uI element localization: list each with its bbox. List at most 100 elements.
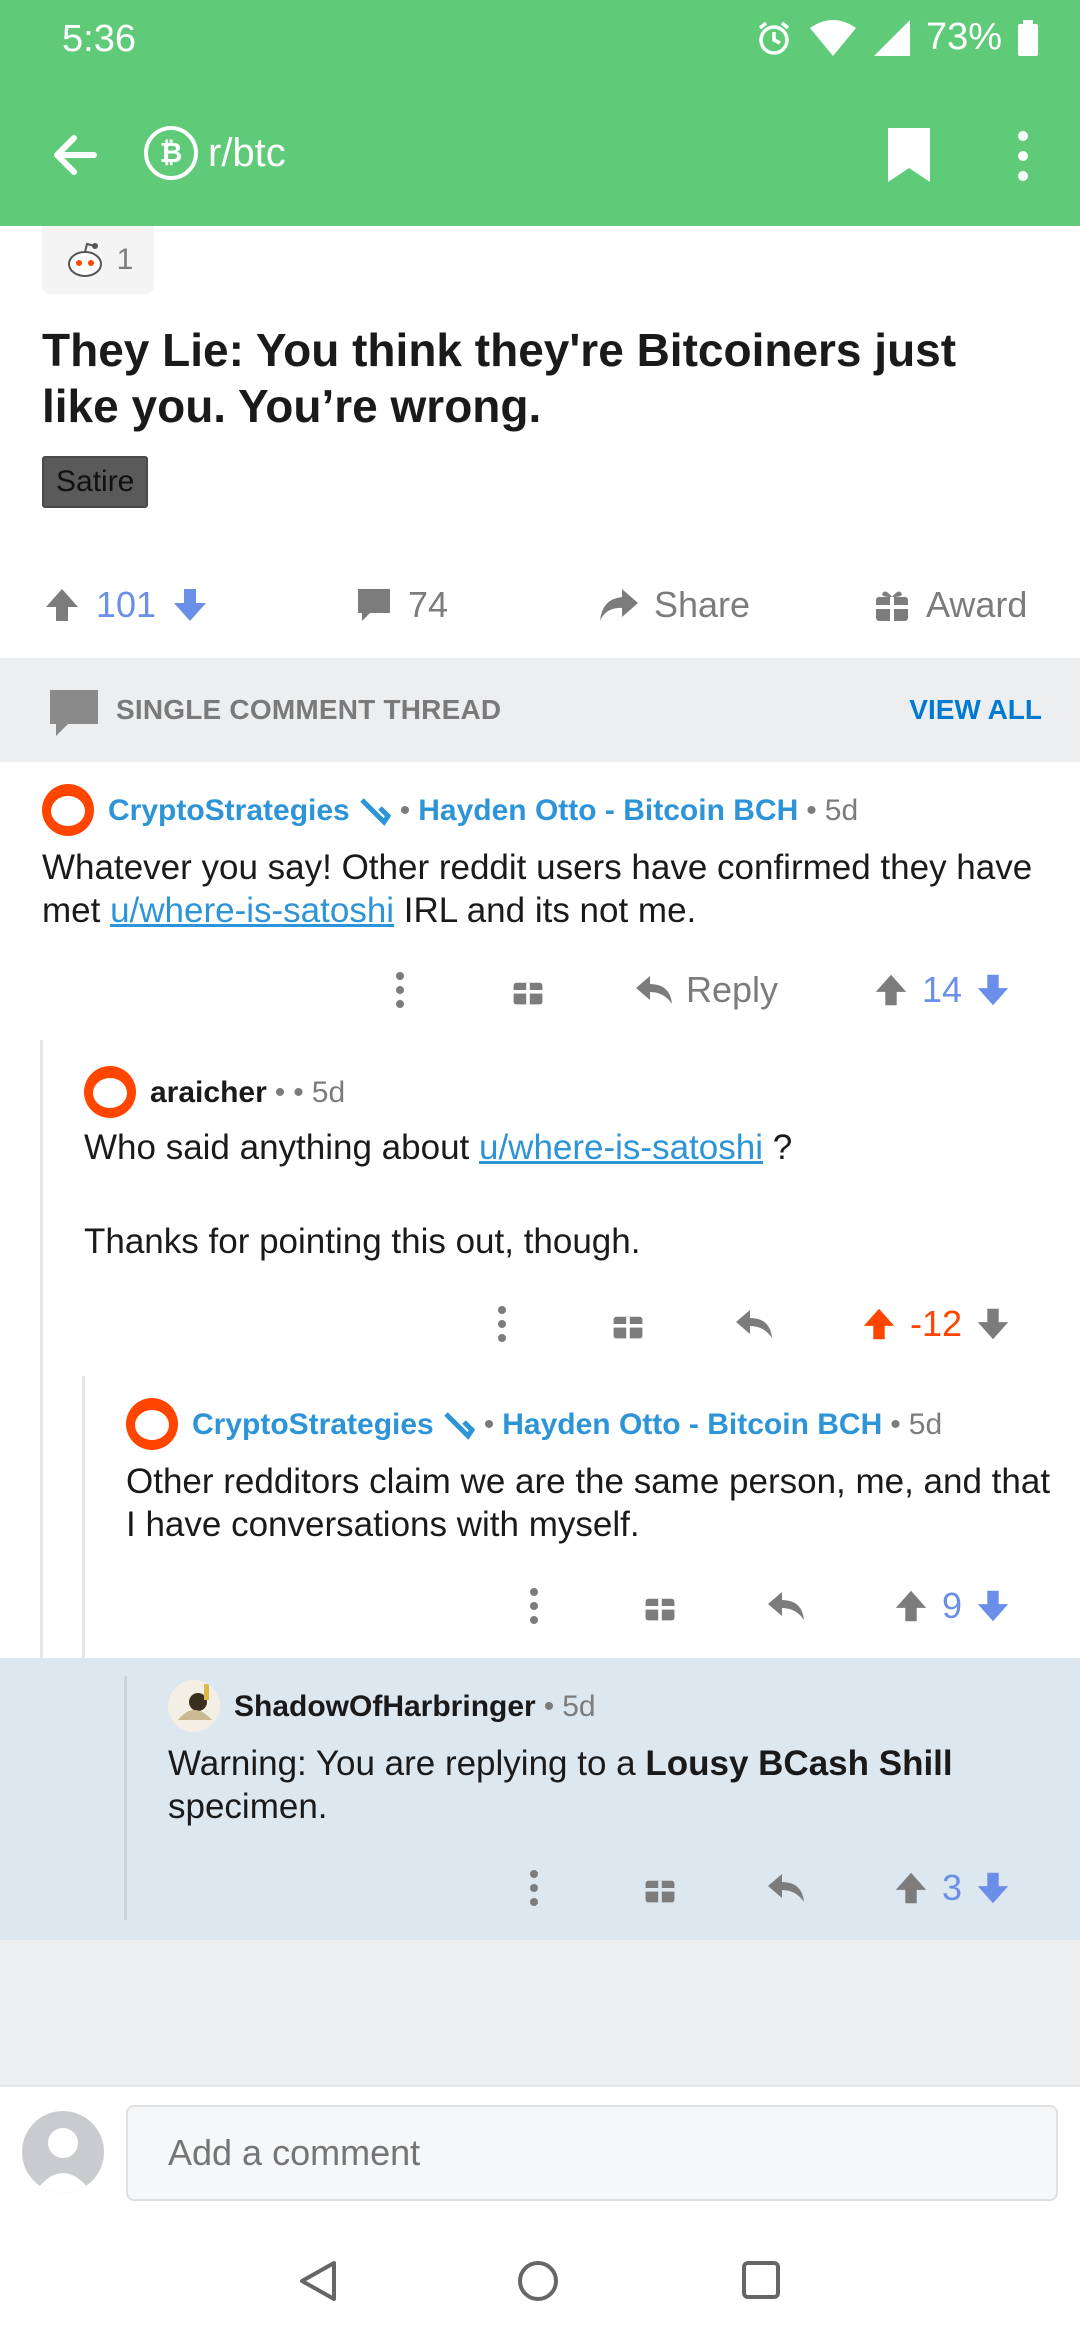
moderator-wrench-icon xyxy=(359,798,391,826)
reply-icon xyxy=(768,1874,804,1902)
post-action-bar: 101 74 Share Award xyxy=(0,570,1080,640)
avatar[interactable] xyxy=(168,1680,220,1732)
post-flair[interactable]: Satire xyxy=(42,456,149,508)
thread-label: SINGLE COMMENT THREAD xyxy=(116,694,502,725)
bookmark-button[interactable] xyxy=(884,126,934,186)
comment-award-button[interactable] xyxy=(642,1858,678,1918)
snoo-award-icon xyxy=(67,242,102,277)
comment-count: 74 xyxy=(408,584,449,625)
award-button[interactable]: Award xyxy=(872,570,1027,640)
downvote-icon[interactable] xyxy=(974,1869,1012,1907)
system-nav-bar xyxy=(0,2215,1080,2340)
comment-vote-group: 14 xyxy=(872,960,1012,1020)
upvote-icon[interactable] xyxy=(892,1869,930,1907)
comment-award-button[interactable] xyxy=(610,1294,646,1354)
comment-meta: araicher • • 5d xyxy=(150,1076,346,1110)
reply-icon xyxy=(636,976,672,1004)
comment-author[interactable]: araicher xyxy=(150,1076,267,1110)
comment-author[interactable]: CryptoStrategies xyxy=(192,1408,434,1442)
reply-button[interactable] xyxy=(766,1858,806,1918)
comment-meta: CryptoStrategies • Hayden Otto - Bitcoin… xyxy=(192,1408,943,1442)
comment-body: Who said anything about u/where-is-satos… xyxy=(84,1128,793,1167)
user-flair: Hayden Otto - Bitcoin BCH xyxy=(418,794,799,827)
avatar[interactable] xyxy=(126,1398,178,1450)
more-vertical-icon xyxy=(498,1306,506,1342)
upvote-icon[interactable] xyxy=(42,585,82,625)
reply-label: Reply xyxy=(686,969,779,1010)
reply-button[interactable] xyxy=(734,1294,774,1354)
nav-home-icon[interactable] xyxy=(516,2259,560,2303)
reply-button[interactable] xyxy=(766,1576,806,1636)
downvote-icon[interactable] xyxy=(974,1587,1012,1625)
upvote-icon[interactable] xyxy=(872,971,910,1009)
more-vertical-icon xyxy=(530,1588,538,1624)
more-vertical-icon xyxy=(530,1870,538,1906)
alarm-icon xyxy=(758,21,790,55)
comment-more-button[interactable] xyxy=(526,1858,542,1918)
comment-award-button[interactable] xyxy=(510,960,546,1020)
nav-back-icon[interactable] xyxy=(298,2259,338,2303)
bookmark-icon xyxy=(888,128,930,182)
comment-age: 5d xyxy=(908,1408,943,1441)
more-vertical-icon xyxy=(396,972,404,1008)
post-title: They Lie: You think they're Bitcoiners j… xyxy=(42,324,957,432)
gift-icon xyxy=(876,591,908,621)
comment-score: 9 xyxy=(942,1585,963,1626)
nav-recents-icon[interactable] xyxy=(740,2259,782,2301)
upvote-icon[interactable] xyxy=(892,1587,930,1625)
comment-score: 14 xyxy=(922,969,963,1010)
user-flair: Hayden Otto - Bitcoin BCH xyxy=(502,1408,883,1441)
post-score: 101 xyxy=(96,584,157,625)
user-link[interactable]: u/where-is-satoshi xyxy=(110,891,394,930)
gift-icon xyxy=(513,982,543,1005)
comment-action-bar: 9 xyxy=(0,1576,1080,1636)
reply-button[interactable]: Reply xyxy=(634,960,778,1020)
comment-more-button[interactable] xyxy=(494,1294,510,1354)
comment-vote-group: -12 xyxy=(860,1294,1012,1354)
post-flair-label: Satire xyxy=(56,465,135,498)
award-label: Award xyxy=(926,584,1028,625)
comment-award-button[interactable] xyxy=(642,1576,678,1636)
downvote-icon[interactable] xyxy=(974,1305,1012,1343)
bold-text: Lousy BCash Shill xyxy=(645,1744,953,1783)
comment-age: 5d xyxy=(824,794,859,827)
signal-icon xyxy=(873,19,910,56)
share-label: Share xyxy=(654,584,751,625)
comment-more-button[interactable] xyxy=(392,960,408,1020)
user-link[interactable]: u/where-is-satoshi xyxy=(479,1128,763,1167)
comment-more-button[interactable] xyxy=(526,1576,542,1636)
comment-author[interactable]: CryptoStrategies xyxy=(108,794,350,828)
comment-score: -12 xyxy=(910,1303,963,1344)
add-comment-input[interactable] xyxy=(126,2105,1058,2201)
comments-button[interactable]: 74 xyxy=(354,570,448,640)
upvote-icon[interactable] xyxy=(860,1305,898,1343)
gift-icon xyxy=(613,1316,643,1339)
moderator-wrench-icon xyxy=(443,1412,475,1440)
view-all-button[interactable]: VIEW ALL xyxy=(909,694,1042,726)
comment-icon xyxy=(50,690,98,736)
subreddit-header[interactable]: ₿ r/btc xyxy=(144,126,286,180)
gift-icon xyxy=(645,1880,675,1903)
single-comment-thread-banner: SINGLE COMMENT THREAD VIEW ALL xyxy=(0,658,1080,762)
award-count: 1 xyxy=(116,243,134,276)
more-vertical-icon xyxy=(1018,131,1028,181)
comment-body: Thanks for pointing this out, though. xyxy=(84,1222,641,1261)
status-icons: 73% xyxy=(754,16,1040,59)
user-avatar[interactable] xyxy=(22,2111,104,2193)
comment-action-bar: 3 xyxy=(0,1858,1080,1918)
share-button[interactable]: Share xyxy=(596,570,750,640)
avatar[interactable] xyxy=(84,1066,136,1118)
comment-action-bar: -12 xyxy=(0,1294,1080,1354)
comment-body: Other redditors claim we are the same pe… xyxy=(126,1462,1051,1544)
comment-author[interactable]: ShadowOfHarbringer xyxy=(234,1690,536,1724)
gift-icon xyxy=(645,1598,675,1621)
downvote-icon[interactable] xyxy=(170,585,210,625)
comment-age: 5d xyxy=(311,1076,346,1109)
post-award-badge[interactable]: 1 xyxy=(42,226,154,294)
reply-icon xyxy=(736,1310,772,1338)
avatar[interactable] xyxy=(42,784,94,836)
overflow-menu-button[interactable] xyxy=(1008,126,1038,186)
back-button[interactable] xyxy=(40,120,110,190)
downvote-icon[interactable] xyxy=(974,971,1012,1009)
bitcoin-icon: ₿ xyxy=(144,126,198,180)
